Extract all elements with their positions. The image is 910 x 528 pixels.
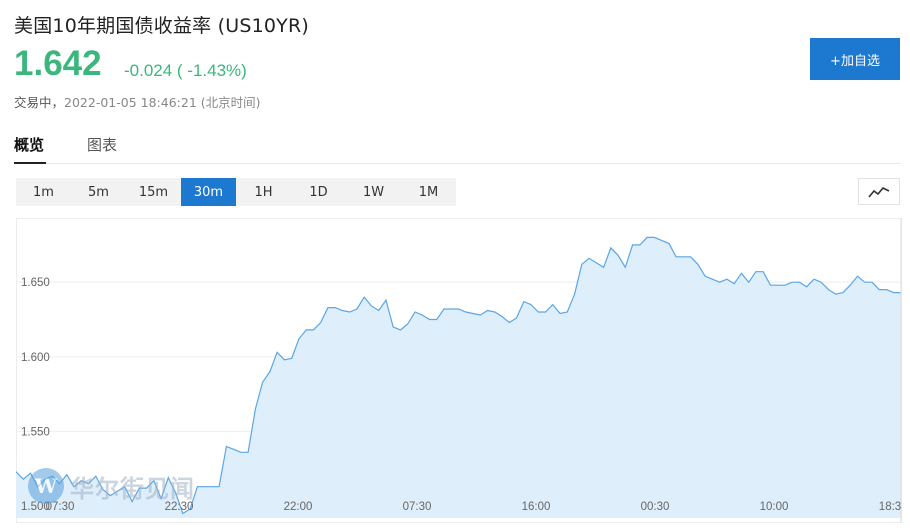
period-selector: 1m 5m 15m 30m 1H 1D 1W 1M (16, 178, 456, 206)
tab-chart[interactable]: 图表 (87, 134, 117, 155)
watermark: W 华尔街见闻 (28, 468, 195, 504)
period-1mo[interactable]: 1M (401, 178, 456, 206)
period-15m[interactable]: 15m (126, 178, 181, 206)
x-tick-label: 16:00 (522, 501, 551, 513)
trading-status: 交易中，2022-01-05 18:46:21 (北京时间) (14, 92, 261, 111)
y-tick-label: 1.650 (21, 277, 50, 289)
period-1h[interactable]: 1H (236, 178, 291, 206)
main-tabs: 概览 图表 (14, 126, 900, 164)
instrument-title: 美国10年期国债收益率 (US10YR) (14, 15, 309, 37)
x-tick-label: 10:00 (760, 501, 789, 513)
period-1w[interactable]: 1W (346, 178, 401, 206)
watermark-text: 华尔街见闻 (70, 473, 195, 503)
price-change: -0.024 ( -1.43%) (124, 61, 247, 80)
current-price: 1.642 (14, 44, 102, 83)
x-tick-label: 18:3 (879, 501, 901, 513)
period-1m[interactable]: 1m (16, 178, 71, 206)
active-tab-indicator (14, 162, 46, 164)
status-text: 交易中， (14, 95, 65, 110)
x-tick-label: 22:00 (284, 501, 313, 513)
period-30m[interactable]: 30m (181, 178, 236, 206)
tab-overview[interactable]: 概览 (14, 134, 44, 155)
y-tick-label: 1.600 (21, 352, 50, 364)
status-timestamp: 2022-01-05 18:46:21 (北京时间) (64, 95, 261, 110)
watermark-logo-icon: W (28, 468, 64, 504)
add-to-watchlist-button[interactable]: +加自选 (810, 38, 900, 80)
chart-type-button[interactable] (858, 178, 900, 205)
period-5m[interactable]: 5m (71, 178, 126, 206)
line-chart-icon (868, 186, 890, 198)
period-1d[interactable]: 1D (291, 178, 346, 206)
x-tick-label: 07:30 (403, 501, 432, 513)
x-tick-label: 00:30 (641, 501, 670, 513)
y-tick-label: 1.550 (21, 426, 50, 438)
